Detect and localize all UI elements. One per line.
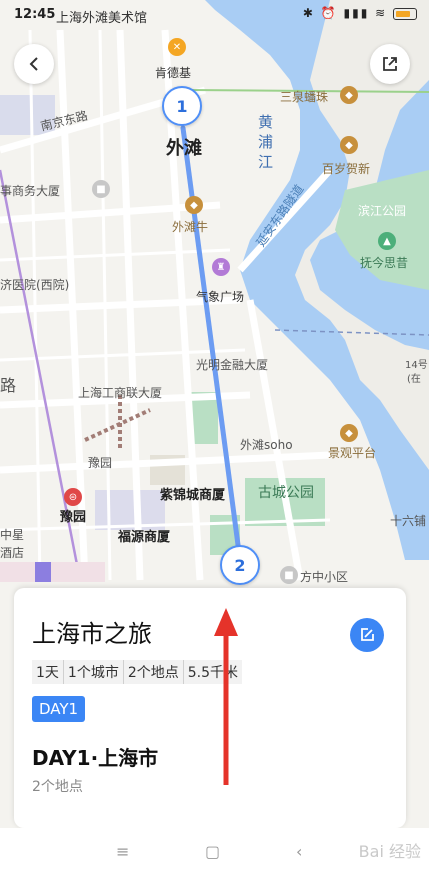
red-arrow-annotation	[214, 608, 238, 785]
watermark: Bai 经验	[358, 842, 421, 861]
